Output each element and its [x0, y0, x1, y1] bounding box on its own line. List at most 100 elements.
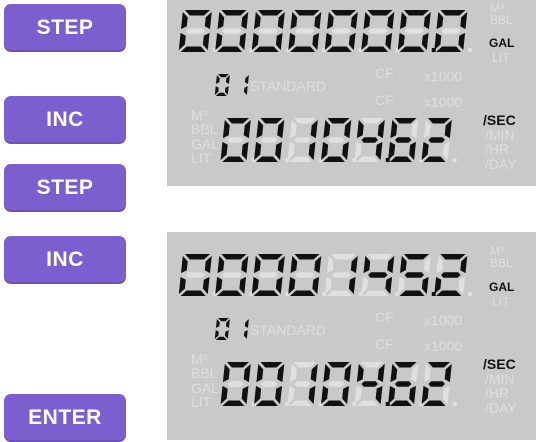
segment-c	[308, 141, 316, 161]
segment-a	[218, 318, 229, 322]
totalizer-digit-2	[215, 254, 249, 296]
lcd-display-2: M³ BBL GAL LIT STANDARD CF CF x1000 x100…	[167, 232, 536, 440]
segment-a	[293, 118, 317, 124]
segment-a	[294, 10, 320, 16]
segment-f	[222, 119, 230, 139]
totalizer-digit-6	[361, 10, 395, 52]
rate-volume-unit-options: M³ BBL GAL LIT	[191, 352, 219, 409]
segment-a	[360, 118, 384, 124]
rate-digit-1	[220, 118, 251, 162]
segment-g	[258, 272, 279, 278]
segment-g	[258, 28, 279, 34]
segment-b	[350, 255, 358, 274]
segment-e	[220, 385, 228, 405]
segment-b	[423, 11, 431, 30]
segment-c	[239, 32, 247, 51]
segment-a	[294, 254, 320, 260]
segment-f	[390, 119, 398, 139]
segment-a	[327, 118, 350, 124]
segment-c	[275, 141, 282, 161]
segment-a	[427, 118, 451, 124]
segment-g	[331, 272, 352, 278]
segment-b	[243, 119, 251, 139]
segment-g	[327, 381, 345, 387]
rate-digit-6	[388, 118, 419, 162]
segment-e	[397, 276, 405, 295]
segment-e	[178, 276, 186, 295]
x1000-indicator: x1000	[424, 68, 463, 84]
segment-a	[330, 254, 357, 260]
segment-g	[294, 381, 311, 387]
segment-e	[324, 32, 332, 51]
segment-b	[444, 119, 452, 139]
segment-e	[354, 385, 362, 405]
segment-f	[363, 255, 371, 274]
segment-b	[244, 319, 249, 328]
segment-f	[180, 255, 188, 274]
segment-c	[442, 141, 450, 161]
segment-f	[326, 255, 334, 274]
segment-d	[289, 46, 316, 52]
segment-g	[294, 137, 311, 143]
segment-f	[323, 119, 331, 139]
step-button-2[interactable]: STEP	[4, 164, 126, 212]
segment-d	[322, 156, 345, 162]
segment-g	[361, 137, 378, 143]
segment-a	[360, 362, 384, 368]
segment-f	[215, 75, 220, 84]
total-unit-label: GAL	[489, 280, 515, 294]
segment-g	[428, 381, 445, 387]
segment-d	[356, 156, 379, 162]
rate-unit-label: /SEC	[483, 356, 516, 372]
segment-e	[388, 385, 396, 405]
enter-button[interactable]: ENTER	[4, 394, 126, 442]
segment-b	[387, 11, 395, 30]
segment-g	[327, 137, 345, 143]
lcd-display-1: M³ BBL GAL LIT STANDARD CF CF x1000 x100…	[167, 0, 536, 186]
segment-b	[277, 119, 285, 139]
segment-c	[275, 276, 283, 295]
rate-digit-5	[354, 362, 385, 406]
ghost-rate-min: /MIN	[485, 127, 515, 143]
segment-b	[310, 363, 318, 383]
ghost-rate-gal: GAL	[191, 379, 220, 396]
segment-f	[399, 11, 407, 30]
segment-f	[215, 319, 220, 328]
channel-digit-2	[243, 319, 249, 339]
segment-f	[363, 11, 371, 30]
segment-g	[394, 381, 412, 387]
step-button[interactable]: STEP	[4, 4, 126, 52]
segment-f	[399, 255, 407, 274]
segment-c	[202, 32, 210, 51]
ghost-rate-lit: LIT	[191, 149, 212, 166]
totalizer-digit-6	[361, 254, 395, 296]
segment-d	[362, 290, 389, 296]
segment-e	[321, 141, 329, 161]
segment-b	[444, 363, 452, 383]
segment-d	[326, 290, 352, 296]
segment-d	[222, 400, 245, 406]
totalizer-digit-5	[324, 254, 358, 296]
inc-button[interactable]: INC	[4, 96, 126, 144]
segment-a	[327, 362, 350, 368]
segment-a	[221, 254, 247, 260]
segment-b	[460, 11, 468, 30]
totalizer-decimal-point-8	[468, 48, 473, 52]
segment-c	[243, 330, 248, 339]
segment-g	[331, 28, 352, 34]
segment-b	[244, 75, 249, 84]
segment-g	[367, 28, 388, 34]
segment-g	[227, 137, 244, 143]
segment-d	[326, 46, 352, 52]
segment-g	[227, 381, 244, 387]
rate-decimal-point-7	[452, 158, 457, 162]
segment-e	[324, 276, 332, 295]
segment-e	[220, 141, 228, 161]
ghost-rate-lit: LIT	[191, 393, 212, 410]
segment-f	[217, 255, 225, 274]
ghost-rate-bbl: BBL	[191, 121, 218, 138]
segment-b	[225, 319, 230, 328]
rate-digit-2	[254, 362, 285, 406]
totalizer-digit-4	[288, 10, 322, 52]
inc-button-2[interactable]: INC	[4, 236, 126, 284]
